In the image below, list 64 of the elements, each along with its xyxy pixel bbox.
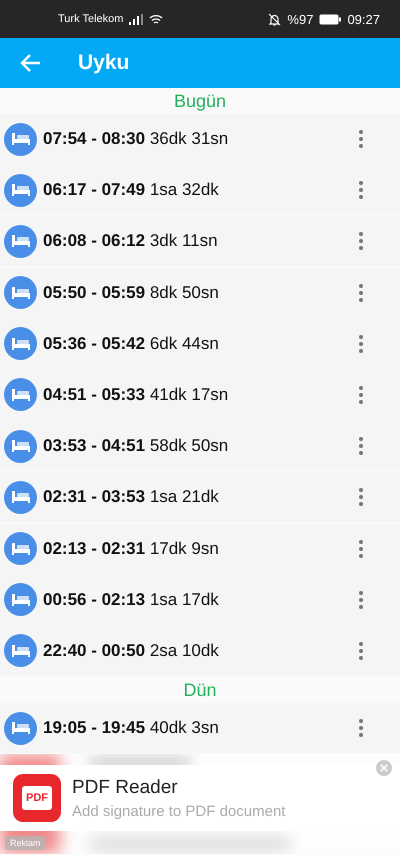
more-icon[interactable] (358, 487, 364, 508)
more-icon[interactable] (358, 718, 364, 738)
bed-icon (4, 378, 37, 412)
battery-percent: %97 (287, 12, 314, 26)
sleep-entry-text: 03:53 - 04:51 58dk 50sn (43, 436, 230, 456)
pdf-app-icon: PDF (13, 774, 61, 822)
sleep-entry[interactable]: 03:53 - 04:51 58dk 50sn (0, 421, 400, 472)
sleep-entry[interactable]: 06:17 - 07:49 1sa 32dk (0, 165, 400, 216)
sleep-entry[interactable]: 00:56 - 02:13 1sa 17dk (0, 574, 400, 625)
sleep-entry-text: 02:31 - 03:53 1sa 21dk (43, 487, 220, 508)
sleep-entry-text: 05:36 - 05:42 6dk 44sn (43, 334, 220, 354)
more-icon[interactable] (358, 334, 364, 354)
sleep-entry[interactable]: 05:50 - 05:59 8dk 50sn (0, 268, 400, 318)
sleep-entry-text: 02:13 - 02:31 17dk 9sn (43, 538, 220, 558)
more-icon[interactable] (358, 590, 364, 610)
sleep-entry-text: 05:50 - 05:59 8dk 50sn (43, 282, 220, 303)
section-header: Dün (183, 680, 217, 701)
bed-icon (4, 712, 37, 745)
bed-icon (4, 224, 37, 258)
bed-icon (4, 122, 37, 156)
bed-icon (4, 174, 37, 207)
ad-subtitle: Add signature to PDF document (72, 802, 286, 820)
bed-icon (4, 430, 37, 463)
ad-banner[interactable]: PDF PDF Reader Add signature to PDF document Reklam (0, 754, 400, 854)
more-icon[interactable] (358, 180, 364, 200)
sleep-entry-text: 07:54 - 08:30 36dk 31sn (43, 129, 230, 149)
more-icon[interactable] (358, 640, 364, 661)
more-icon[interactable] (358, 538, 364, 558)
sleep-entry-text: 06:08 - 06:12 3dk 11sn (43, 231, 219, 252)
bed-icon (4, 532, 37, 565)
sleep-entry-text: 00:56 - 02:13 1sa 17dk (43, 590, 220, 610)
bed-icon (4, 327, 37, 360)
sleep-entry[interactable]: 19:05 - 19:45 40dk 3sn (0, 703, 400, 754)
more-icon[interactable] (358, 436, 364, 456)
sleep-entry-text: 06:17 - 07:49 1sa 32dk (43, 180, 220, 200)
more-icon[interactable] (358, 129, 364, 149)
sleep-entry-text: 04:51 - 05:33 41dk 17sn (43, 384, 230, 405)
sleep-entry[interactable]: 05:36 - 05:42 6dk 44sn (0, 318, 400, 369)
more-icon[interactable] (358, 384, 364, 405)
ad-label: Reklam (5, 836, 46, 850)
section-header: Bugün (174, 90, 226, 112)
bed-icon (4, 276, 37, 310)
back-icon[interactable] (20, 52, 42, 74)
sleep-entry[interactable]: 06:08 - 06:12 3dk 11sn (0, 216, 400, 266)
bed-icon (4, 634, 37, 668)
ad-title: PDF Reader (72, 776, 179, 799)
signal-icon (129, 14, 144, 24)
battery-icon (319, 14, 342, 24)
sleep-entry[interactable]: 22:40 - 00:50 2sa 10dk (0, 626, 400, 676)
more-icon[interactable] (358, 231, 364, 252)
carrier-name: Turk Telekom (58, 13, 124, 25)
muted-bell-icon (268, 12, 282, 26)
screen-title: Uyku (78, 51, 130, 75)
bed-icon (4, 480, 37, 514)
sleep-entry[interactable]: 02:13 - 02:31 17dk 9sn (0, 524, 400, 574)
sleep-entry-text: 19:05 - 19:45 40dk 3sn (43, 718, 220, 738)
wifi-icon (149, 14, 164, 24)
sleep-entry[interactable]: 07:54 - 08:30 36dk 31sn (0, 114, 400, 164)
clock: 09:27 (347, 12, 380, 26)
sleep-entry[interactable]: 04:51 - 05:33 41dk 17sn (0, 370, 400, 420)
more-icon[interactable] (358, 282, 364, 303)
sleep-entry-text: 22:40 - 00:50 2sa 10dk (43, 640, 220, 661)
sleep-entry[interactable]: 02:31 - 03:53 1sa 21dk (0, 472, 400, 522)
bed-icon (4, 583, 37, 616)
